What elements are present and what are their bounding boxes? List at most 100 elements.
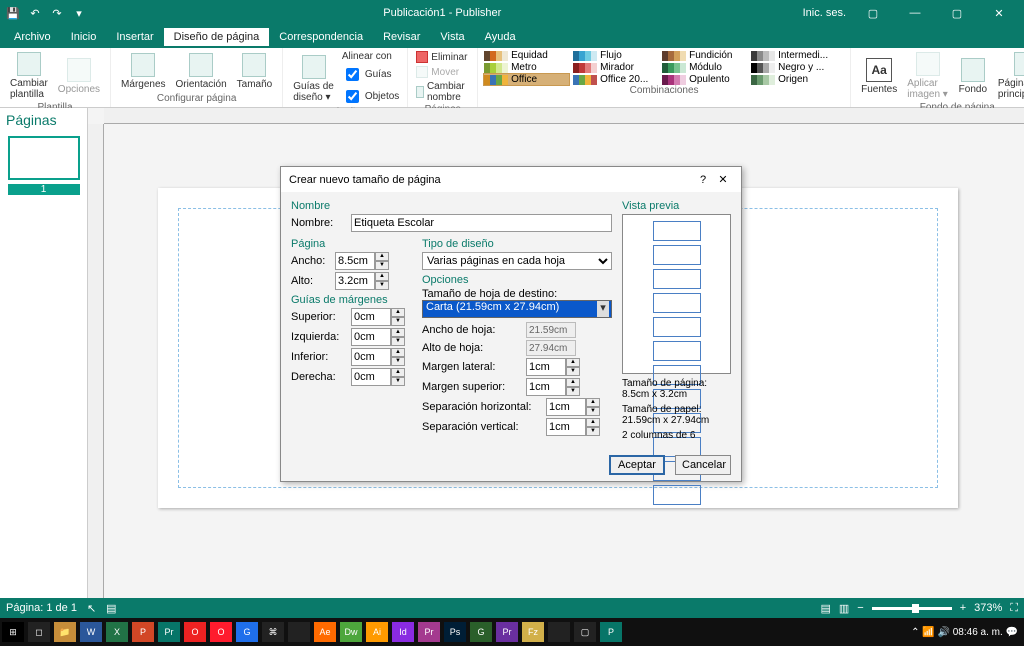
scheme-origen[interactable]: Origen (751, 74, 836, 85)
eliminar-button[interactable]: Eliminar (414, 50, 471, 64)
view-twopage-icon[interactable]: ▥ (839, 602, 849, 615)
minimize-icon[interactable]: — (900, 7, 930, 19)
taskbar-app-icon[interactable]: ◻ (28, 622, 50, 642)
scheme-intermedi[interactable]: Intermedi... (751, 50, 836, 61)
input-inferior[interactable] (351, 348, 391, 366)
tamano-button[interactable]: Tamaño (233, 50, 277, 93)
status-page[interactable]: Página: 1 de 1 (6, 602, 77, 614)
input-margen-lateral[interactable] (526, 358, 566, 376)
input-superior[interactable] (351, 308, 391, 326)
scheme-equidad[interactable]: Equidad (484, 50, 569, 61)
input-izquierda[interactable] (351, 328, 391, 346)
taskbar-app-icon[interactable]: Ps (444, 622, 466, 642)
tab-vista[interactable]: Vista (430, 28, 474, 46)
taskbar-app-icon[interactable]: O (210, 622, 232, 642)
taskbar-app-icon[interactable]: Ai (366, 622, 388, 642)
taskbar: ⊞◻📁WXPPrOOG⌘AeDwAiIdPrPsGPrFz▢P ⌃ 📶 🔊 08… (0, 618, 1024, 646)
guias-checkbox[interactable]: Guías (340, 64, 401, 85)
input-nombre[interactable] (351, 214, 612, 232)
tab-insertar[interactable]: Insertar (106, 28, 163, 46)
tab-ayuda[interactable]: Ayuda (475, 28, 526, 46)
margenes-button[interactable]: Márgenes (117, 50, 169, 93)
taskbar-app-icon[interactable]: Fz (522, 622, 544, 642)
taskbar-app-icon[interactable]: O (184, 622, 206, 642)
taskbar-app-icon[interactable]: Pr (158, 622, 180, 642)
guias-diseno-button[interactable]: Guías de diseño ▾ (289, 50, 338, 107)
color-schemes-gallery[interactable]: Equidad Flujo Fundición Intermedi... Metro Mi… (484, 50, 844, 85)
taskbar-app-icon[interactable]: Pr (496, 622, 518, 642)
scheme-flujo[interactable]: Flujo (573, 50, 658, 61)
taskbar-app-icon[interactable]: X (106, 622, 128, 642)
zoom-out-icon[interactable]: − (857, 602, 863, 614)
taskbar-app-icon[interactable]: ▢ (574, 622, 596, 642)
tray-icons[interactable]: ⌃ 📶 🔊 (911, 627, 953, 638)
scheme-negroy[interactable]: Negro y ... (751, 62, 836, 73)
taskbar-app-icon[interactable]: G (236, 622, 258, 642)
save-icon[interactable]: 💾 (6, 6, 20, 20)
taskbar-app-icon[interactable]: Id (392, 622, 414, 642)
paginas-principales-button[interactable]: Páginas principales ▾ (994, 50, 1024, 102)
select-target-sheet[interactable]: Carta (21.59cm x 27.94cm) (422, 300, 612, 318)
fit-page-icon[interactable]: ⛶ (1010, 602, 1018, 615)
scheme-mdulo[interactable]: Módulo (662, 62, 747, 73)
taskbar-app-icon[interactable]: Dw (340, 622, 362, 642)
dialog-close-icon[interactable]: ✕ (713, 173, 733, 186)
input-margen-superior[interactable] (526, 378, 566, 396)
taskbar-tray[interactable]: ⌃ 📶 🔊 08:46 a. m. 💬 (905, 627, 1024, 638)
spin-down-icon[interactable]: ▼ (375, 261, 389, 270)
dialog-help-icon[interactable]: ? (693, 174, 713, 186)
tab-diseno-pagina[interactable]: Diseño de página (164, 28, 270, 46)
tab-revisar[interactable]: Revisar (373, 28, 430, 46)
select-tipo-diseno[interactable]: Varias páginas en cada hoja (422, 252, 612, 270)
close-icon[interactable]: ✕ (984, 7, 1014, 20)
taskbar-app-icon[interactable]: W (80, 622, 102, 642)
taskbar-app-icon[interactable] (548, 622, 570, 642)
cambiar-plantilla-button[interactable]: Cambiar plantilla (6, 50, 52, 102)
aceptar-button[interactable]: Aceptar (609, 455, 665, 475)
taskbar-app-icon[interactable] (288, 622, 310, 642)
input-sep-vertical[interactable] (546, 418, 586, 436)
notification-icon[interactable]: 💬 (1006, 627, 1018, 638)
spin-down-icon[interactable]: ▼ (375, 281, 389, 290)
scheme-fundicin[interactable]: Fundición (662, 50, 747, 61)
input-derecha[interactable] (351, 368, 391, 386)
cancelar-button[interactable]: Cancelar (675, 455, 731, 475)
scheme-office[interactable]: Office (484, 74, 569, 85)
objetos-checkbox[interactable]: Objetos (340, 86, 401, 107)
spin-up-icon[interactable]: ▲ (375, 252, 389, 261)
taskbar-app-icon[interactable]: G (470, 622, 492, 642)
scheme-opulento[interactable]: Opulento (662, 74, 747, 85)
taskbar-app-icon[interactable]: 📁 (54, 622, 76, 642)
qat-dropdown-icon[interactable]: ▾ (72, 6, 86, 20)
page-thumbnail[interactable] (8, 136, 80, 180)
taskbar-app-icon[interactable]: ⊞ (2, 622, 24, 642)
input-sep-horizontal[interactable] (546, 398, 586, 416)
taskbar-app-icon[interactable]: Ae (314, 622, 336, 642)
tab-correspondencia[interactable]: Correspondencia (269, 28, 373, 46)
zoom-slider[interactable] (872, 607, 952, 610)
fondo-button[interactable]: Fondo (954, 50, 992, 102)
taskbar-app-icon[interactable]: P (132, 622, 154, 642)
taskbar-app-icon[interactable]: Pr (418, 622, 440, 642)
zoom-level[interactable]: 373% (974, 602, 1002, 614)
cambiar-nombre-button[interactable]: Cambiar nombre (414, 80, 471, 104)
scheme-metro[interactable]: Metro (484, 62, 569, 73)
taskbar-app-icon[interactable]: P (600, 622, 622, 642)
input-ancho[interactable] (335, 252, 375, 270)
view-singlepage-icon[interactable]: ▤ (820, 602, 830, 615)
scheme-office20[interactable]: Office 20... (573, 74, 658, 85)
redo-icon[interactable]: ↷ (50, 6, 64, 20)
input-alto[interactable] (335, 272, 375, 290)
ribbon-options-icon[interactable]: ▢ (858, 7, 888, 20)
scheme-mirador[interactable]: Mirador (573, 62, 658, 73)
spin-up-icon[interactable]: ▲ (375, 272, 389, 281)
zoom-in-icon[interactable]: + (960, 602, 966, 614)
maximize-icon[interactable]: ▢ (942, 7, 972, 20)
tab-archivo[interactable]: Archivo (4, 28, 61, 46)
orientacion-button[interactable]: Orientación (172, 50, 231, 93)
taskbar-app-icon[interactable]: ⌘ (262, 622, 284, 642)
fuentes-button[interactable]: AaFuentes (857, 50, 901, 102)
undo-icon[interactable]: ↶ (28, 6, 42, 20)
sign-in-link[interactable]: Inic. ses. (803, 7, 846, 19)
tab-inicio[interactable]: Inicio (61, 28, 107, 46)
